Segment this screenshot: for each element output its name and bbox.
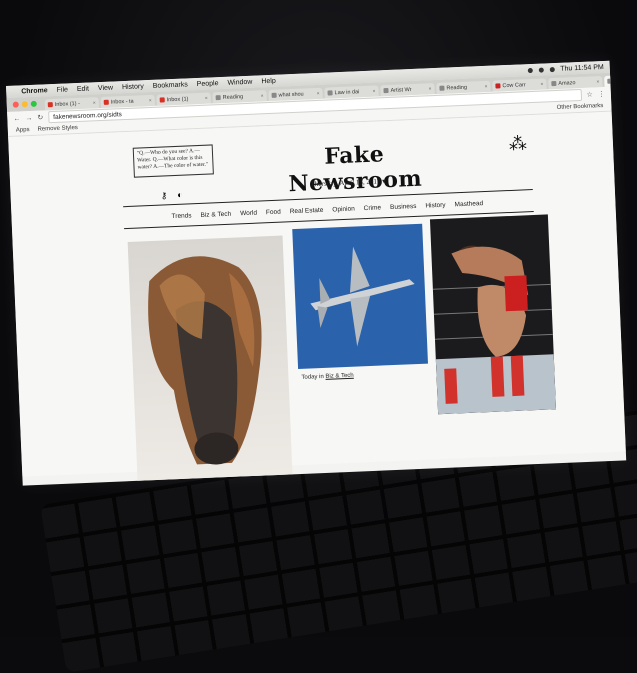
- triskelion-logo-icon[interactable]: ⁂: [508, 133, 527, 155]
- menu-help[interactable]: Help: [261, 77, 276, 85]
- nav-biz-tech[interactable]: Biz & Tech: [200, 211, 231, 219]
- forward-icon[interactable]: →: [25, 114, 32, 121]
- browser-tab[interactable]: Artist Wr ×: [380, 83, 435, 97]
- tab-label: Inbox (1) -: [54, 100, 80, 108]
- nav-trends[interactable]: Trends: [171, 212, 191, 220]
- menu-people[interactable]: People: [197, 80, 219, 88]
- browser-tab[interactable]: Amazo ×: [548, 76, 603, 90]
- browser-tab[interactable]: Reading ×: [436, 80, 491, 94]
- bookmark-apps[interactable]: Apps: [16, 127, 30, 134]
- browser-tab[interactable]: Inbox (1) ×: [156, 92, 211, 106]
- caption-prefix: Today in: [301, 373, 324, 381]
- menu-bookmarks[interactable]: Bookmarks: [153, 81, 188, 89]
- close-tab-icon[interactable]: ×: [261, 93, 264, 99]
- minimize-window-icon[interactable]: [21, 101, 28, 108]
- header-icons: ⚷ ◐: [161, 190, 183, 202]
- close-tab-icon[interactable]: ×: [540, 81, 543, 87]
- other-bookmarks[interactable]: Other Bookmarks: [557, 103, 604, 111]
- masthead-quote: "Q.—Who do you see? A.—Water. Q.—What co…: [132, 144, 214, 178]
- key-icon[interactable]: ⚷: [161, 190, 168, 201]
- nav-world[interactable]: World: [240, 210, 257, 218]
- web-page: "Q.—Who do you see? A.—Water. Q.—What co…: [8, 111, 626, 482]
- horse-photo[interactable]: [127, 235, 293, 482]
- menu-view[interactable]: View: [98, 84, 113, 92]
- laptop-screen: Chrome File Edit View History Bookmarks …: [6, 60, 627, 486]
- tab-label: Reading: [222, 93, 244, 101]
- tab-label: Amazo: [558, 79, 576, 87]
- reload-icon[interactable]: ↻: [37, 113, 43, 121]
- menu-edit[interactable]: Edit: [77, 85, 89, 92]
- tab-favicon-icon: [439, 85, 445, 91]
- menubar-clock[interactable]: Thu 11:54 PM: [560, 63, 604, 72]
- nav-opinion[interactable]: Opinion: [332, 206, 355, 214]
- close-tab-icon[interactable]: ×: [596, 79, 599, 85]
- nav-real-estate[interactable]: Real Estate: [290, 207, 324, 215]
- tab-favicon-icon: [327, 90, 333, 96]
- site-title[interactable]: Fake Newsroom: [269, 139, 441, 198]
- horse-illustration: [148, 256, 262, 465]
- close-tab-icon[interactable]: ×: [484, 83, 487, 89]
- bookmark-remove-styles[interactable]: Remove Styles: [37, 125, 78, 133]
- close-tab-icon[interactable]: ×: [372, 88, 375, 94]
- chevron-down-icon: ▾: [382, 177, 386, 186]
- contrast-icon[interactable]: ◐: [177, 190, 183, 201]
- star-icon[interactable]: ☆: [586, 90, 593, 98]
- close-tab-icon[interactable]: ×: [205, 95, 208, 101]
- nav-business[interactable]: Business: [390, 203, 417, 211]
- tab-favicon-icon: [383, 87, 389, 94]
- tab-label: Reading: [446, 84, 468, 92]
- browser-tab[interactable]: Inbox (1) - ×: [44, 97, 100, 111]
- status-icon[interactable]: [538, 66, 544, 73]
- fighter-jet-photo[interactable]: [292, 223, 428, 370]
- tab-favicon-icon: [47, 102, 53, 108]
- menu-app-name[interactable]: Chrome: [21, 87, 48, 95]
- window-controls: [12, 100, 37, 108]
- tab-favicon-icon: [271, 92, 277, 98]
- url-text: fakenewsroom.org/sidts: [53, 110, 122, 121]
- status-icon[interactable]: [527, 67, 533, 73]
- close-tab-icon[interactable]: ×: [149, 97, 152, 103]
- tab-favicon-icon: [103, 99, 109, 105]
- tab-favicon-icon: [551, 80, 557, 87]
- browser-tab[interactable]: what shou ×: [268, 87, 323, 102]
- browser-tab[interactable]: Reading ×: [212, 90, 267, 104]
- close-window-icon[interactable]: [12, 101, 19, 108]
- tab-favicon-icon: [159, 97, 165, 103]
- menu-file[interactable]: File: [57, 86, 69, 93]
- tab-label: Inbox - ta: [110, 98, 134, 106]
- caption-link[interactable]: Biz & Tech: [325, 373, 353, 380]
- browser-tab[interactable]: Law in dai ×: [324, 85, 379, 99]
- nav-crime[interactable]: Crime: [364, 204, 382, 212]
- tab-label: Inbox (1): [166, 95, 189, 103]
- tab-label: Law in dai: [334, 88, 360, 96]
- status-area: Thu 11:54 PM: [527, 63, 604, 73]
- tile-caption: Today in Biz & Tech: [301, 373, 353, 381]
- tab-label: Artist Wr: [390, 86, 412, 94]
- tab-label: Cow Carr: [502, 81, 526, 89]
- nav-masthead[interactable]: Masthead: [454, 200, 483, 208]
- tab-label: what shou: [278, 91, 304, 99]
- wrestlers-photo[interactable]: [429, 214, 557, 415]
- menu-history[interactable]: History: [122, 83, 144, 91]
- back-icon[interactable]: ←: [13, 115, 20, 122]
- zoom-window-icon[interactable]: [30, 100, 37, 107]
- wrestlers-illustration: [432, 245, 557, 415]
- menu-icon[interactable]: ⋮: [598, 90, 605, 98]
- menu-window[interactable]: Window: [227, 78, 252, 86]
- tab-favicon-icon: [215, 95, 221, 101]
- jet-illustration: [310, 246, 415, 347]
- nav-history[interactable]: History: [425, 202, 446, 210]
- nav-food[interactable]: Food: [266, 209, 281, 217]
- wifi-icon[interactable]: [549, 66, 555, 72]
- close-tab-icon[interactable]: ×: [317, 90, 320, 96]
- close-tab-icon[interactable]: ×: [93, 100, 96, 106]
- browser-tab[interactable]: Cow Carr ×: [492, 78, 547, 92]
- tab-favicon-icon: [495, 83, 501, 89]
- browser-tab[interactable]: Inbox - ta ×: [100, 94, 155, 109]
- close-tab-icon[interactable]: ×: [428, 86, 431, 92]
